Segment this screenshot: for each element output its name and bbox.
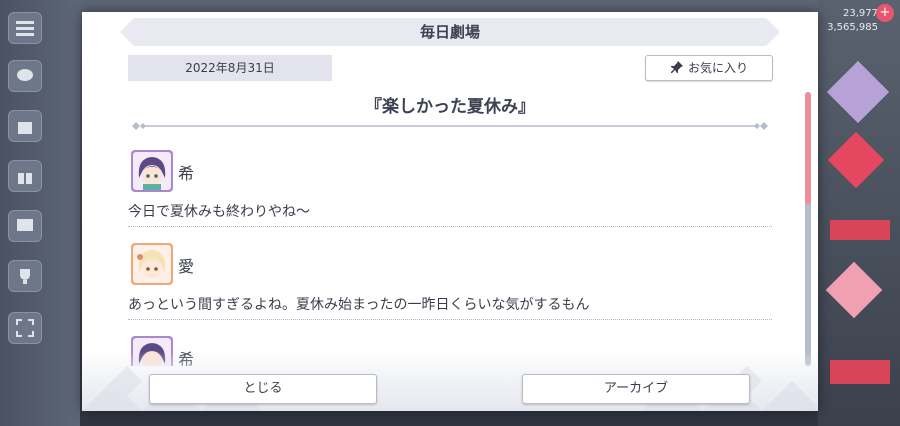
banner-decoration [830,220,890,240]
scrollbar-thumb[interactable] [805,92,811,204]
banner-decoration [827,131,885,189]
left-sidebar [0,0,80,426]
chat-button[interactable] [8,60,42,92]
fullscreen-button[interactable] [8,312,42,344]
story-title: 『楽しかった夏休み』 [365,97,535,117]
currency-counter-1: 23,977 [843,8,878,19]
gift-icon [18,169,32,184]
dialogue-entry: 愛 あっという間すぎるよね。夏休み始まったの一昨日くらいな気がするもん [128,237,772,330]
trophy-button[interactable] [8,260,42,292]
chat-icon [17,69,33,81]
banner-decoration [830,360,890,384]
add-currency-button[interactable]: + [876,4,894,22]
bag-icon [18,122,32,134]
entry-separator [128,319,772,320]
banner-decoration [825,261,883,319]
shop-button[interactable] [8,110,42,142]
currency-counter-2: 3,565,985 [827,22,878,33]
dialogue-text: 今日で夏休みも終わりやね～ [128,204,310,220]
character-portrait-icon [133,152,171,190]
daily-theater-dialog: 毎日劇場 2022年8月31日 お気に入り 『楽しかった夏休み』 希 今日で夏休… [82,12,818,411]
dialog-title: 毎日劇場 [419,23,480,41]
close-button[interactable]: とじる [149,374,377,404]
scrollbar[interactable] [805,92,811,366]
favorite-button[interactable]: お気に入り [645,55,773,81]
character-portrait-icon [133,245,171,283]
favorite-label: お気に入り [687,61,748,75]
dialogue-list[interactable]: 希 今日で夏休みも終わりやね～ 愛 あっという間すぎるよね。夏休み始まったの一昨… [128,144,772,366]
banner-decoration [826,60,890,124]
entry-separator [128,226,772,227]
speaker-name: 希 [178,164,195,183]
menu-button[interactable] [8,12,42,44]
speaker-name: 愛 [178,257,195,276]
present-button[interactable] [8,160,42,192]
nozomi-avatar [131,150,173,192]
date-label: 2022年8月31日 [128,55,332,81]
dialog-title-bar: 毎日劇場 [120,18,780,46]
dialogue-entry: 希 今日で夏休みも終わりやね～ [128,144,772,237]
trophy-icon [20,269,30,284]
expand-icon [16,319,34,337]
right-panel: 23,977 3,565,985 + [818,0,900,426]
title-divider [132,122,768,130]
pin-icon [670,61,683,73]
ai-avatar [131,243,173,285]
screen-icon [17,219,33,231]
dialogue-text: あっという間すぎるよね。夏休み始まったの一昨日くらいな気がするもん [128,297,590,313]
info-button[interactable] [8,210,42,242]
menu-icon [16,21,34,36]
archive-button[interactable]: アーカイブ [522,374,750,404]
